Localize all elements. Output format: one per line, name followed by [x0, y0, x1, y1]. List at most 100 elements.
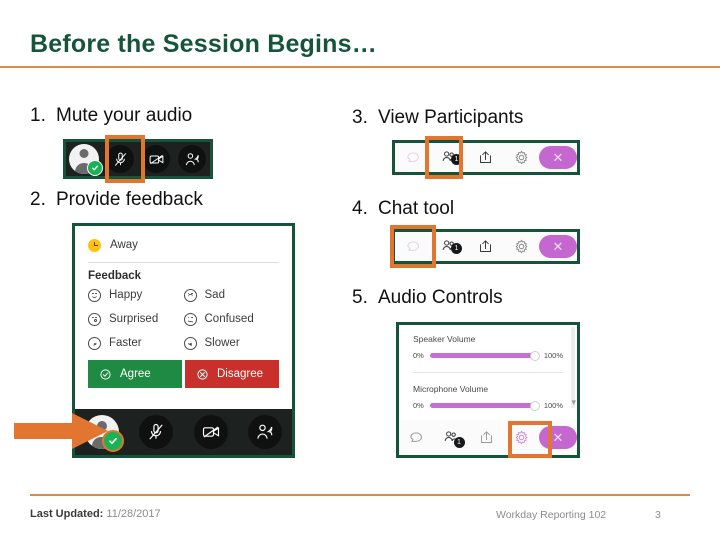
microphone-volume-max: 100% — [543, 401, 563, 410]
footer-page-number: 3 — [655, 509, 661, 521]
microphone-volume-knob[interactable] — [529, 400, 540, 411]
feedback-option-surprised[interactable]: Surprised — [88, 308, 184, 330]
gear-icon[interactable] — [513, 238, 530, 255]
toolbar-slot-close[interactable]: ✕ — [539, 232, 577, 261]
toolbar-slot-raise-hand[interactable] — [238, 409, 292, 455]
toolbar-slot-share[interactable] — [469, 420, 504, 455]
toolbar-slot-share[interactable] — [467, 232, 503, 261]
avatar — [69, 144, 103, 176]
microphone-volume-slider[interactable]: 0% 100% — [413, 400, 563, 411]
share-icon[interactable] — [478, 429, 495, 446]
audio-controls-panel[interactable]: Speaker Volume 0% 100% Microphone Volume… — [396, 322, 580, 458]
feedback-option-confused[interactable]: Confused — [183, 308, 280, 330]
microphone-volume-min: 0% — [413, 401, 424, 410]
panel-scrollbar[interactable] — [571, 327, 575, 408]
toolbar-slot-chat[interactable] — [399, 420, 434, 455]
speaker-volume-track[interactable] — [429, 350, 540, 361]
toolbar-slot-participants[interactable]: 1 — [434, 420, 469, 455]
share-icon[interactable] — [477, 238, 494, 255]
disagree-button[interactable]: Disagree — [185, 360, 279, 388]
participants-toolbar[interactable]: 1 ✕ — [392, 140, 580, 175]
raise-hand-icon[interactable] — [247, 415, 282, 449]
toolbar-slot-close[interactable]: ✕ — [539, 143, 577, 172]
footer-divider — [30, 494, 690, 496]
feedback-option-label: Surprised — [109, 313, 159, 325]
microphone-volume-label: Microphone Volume — [413, 384, 489, 394]
confused-face-icon — [183, 312, 197, 326]
camera-off-icon[interactable] — [142, 145, 170, 173]
microphone-muted-icon[interactable] — [139, 415, 174, 449]
chat-icon[interactable] — [408, 429, 425, 446]
raise-hand-icon[interactable] — [178, 145, 206, 173]
microphone-volume-track[interactable] — [429, 400, 540, 411]
status-row-away[interactable]: Away — [88, 226, 279, 260]
close-icon[interactable]: ✕ — [539, 235, 577, 258]
microphone-muted-icon[interactable] — [106, 145, 134, 173]
page-title: Before the Session Begins… — [30, 30, 377, 58]
speaker-volume-knob[interactable] — [529, 350, 540, 361]
share-icon[interactable] — [477, 149, 494, 166]
sad-face-icon — [183, 288, 197, 302]
chat-icon[interactable] — [405, 238, 422, 255]
toolbar-slot-avatar[interactable] — [66, 142, 103, 176]
chat-toolbar[interactable]: 1 ✕ — [392, 229, 580, 264]
gear-icon[interactable] — [513, 429, 530, 446]
toolbar-slot-settings[interactable] — [503, 232, 539, 261]
speaker-volume-slider[interactable]: 0% 100% — [413, 350, 563, 361]
audio-meeting-toolbar[interactable]: 1 ✕ — [399, 420, 577, 455]
speaker-volume-label: Speaker Volume — [413, 334, 476, 344]
callout-arrow-icon — [14, 413, 108, 449]
toolbar-slot-raise-hand[interactable] — [174, 142, 210, 176]
feedback-option-sad[interactable]: Sad — [183, 284, 280, 306]
panel-divider — [413, 372, 563, 373]
chevron-down-icon[interactable]: ▾ — [571, 398, 576, 407]
toolbar-slot-close[interactable]: ✕ — [539, 420, 577, 455]
participant-count-badge: 1 — [453, 437, 465, 448]
feedback-option-grid: Happy Sad Surprised Confused Faster Slow… — [88, 284, 279, 354]
camera-off-icon[interactable] — [193, 415, 228, 449]
toolbar-slot-camera[interactable] — [184, 409, 238, 455]
agree-button[interactable]: Agree — [88, 360, 182, 388]
step-4-label: Chat tool — [378, 198, 455, 219]
close-icon[interactable]: ✕ — [539, 426, 577, 449]
feedback-section-title: Feedback — [88, 270, 142, 282]
footer-last-updated: Last Updated: 11/28/2017 — [30, 508, 161, 520]
toolbar-slot-chat[interactable] — [395, 232, 431, 261]
step-3-label: View Participants — [378, 107, 524, 128]
toolbar-slot-camera[interactable] — [138, 142, 174, 176]
close-icon[interactable]: ✕ — [539, 146, 577, 169]
faster-icon — [88, 336, 101, 350]
speaker-volume-min: 0% — [413, 351, 424, 360]
surprised-face-icon — [88, 312, 101, 326]
feedback-option-label: Happy — [109, 289, 143, 301]
toolbar-slot-participants[interactable]: 1 — [431, 143, 467, 172]
speaker-volume-max: 100% — [543, 351, 563, 360]
step-5-heading: 5. Audio Controls — [352, 287, 503, 309]
toolbar-slot-microphone[interactable] — [129, 409, 183, 455]
feedback-option-faster[interactable]: Faster — [88, 332, 184, 354]
toolbar-slot-settings[interactable] — [504, 420, 539, 455]
mute-toolbar[interactable] — [63, 139, 213, 179]
chat-icon[interactable] — [405, 149, 422, 166]
toolbar-slot-settings[interactable] — [503, 143, 539, 172]
step-3-number: 3. — [352, 107, 368, 128]
step-1-number: 1. — [30, 105, 46, 126]
step-4-heading: 4. Chat tool — [352, 198, 454, 220]
status-label: Away — [110, 239, 138, 251]
feedback-option-slower[interactable]: Slower — [183, 332, 280, 354]
toolbar-slot-share[interactable] — [467, 143, 503, 172]
step-1-label: Mute your audio — [56, 105, 193, 126]
status-check-icon — [87, 160, 103, 176]
feedback-option-happy[interactable]: Happy — [88, 284, 184, 306]
toolbar-slot-microphone[interactable] — [102, 142, 138, 176]
footer-last-updated-date: 11/28/2017 — [106, 508, 161, 520]
toolbar-slot-chat[interactable] — [395, 143, 431, 172]
step-2-heading: 2. Provide feedback — [30, 189, 203, 211]
disagree-gear-icon — [197, 368, 208, 380]
toolbar-slot-participants[interactable]: 1 — [431, 232, 467, 261]
happy-face-icon — [88, 288, 101, 302]
gear-icon[interactable] — [513, 149, 530, 166]
disagree-button-label: Disagree — [217, 368, 264, 380]
title-divider — [0, 66, 720, 68]
feedback-action-buttons: Agree Disagree — [88, 360, 279, 388]
